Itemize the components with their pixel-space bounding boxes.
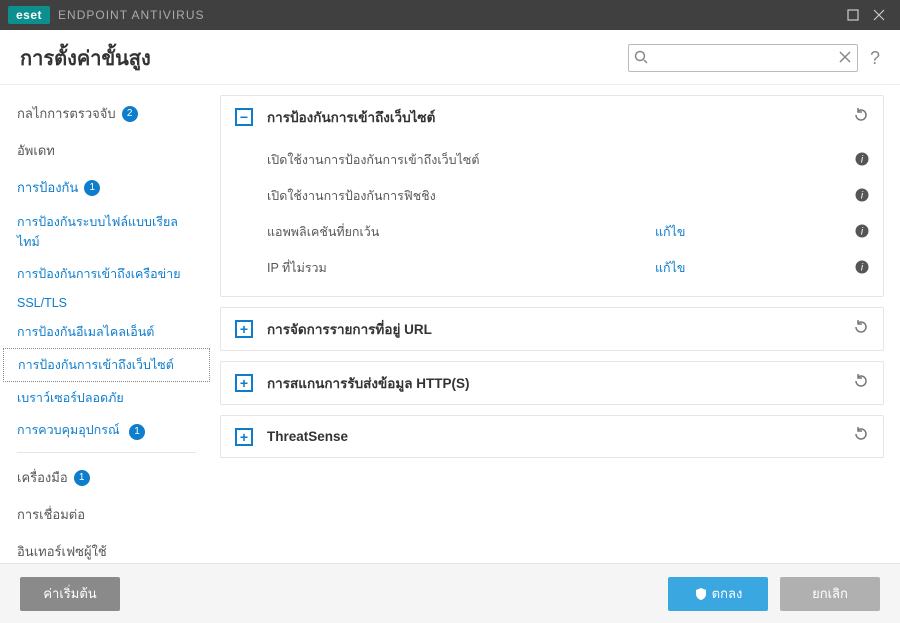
panel-title: การป้องกันการเข้าถึงเว็บไซต์ bbox=[267, 106, 853, 128]
row-excluded-apps: แอพพลิเคชันที่ยกเว้น แก้ไข i bbox=[267, 214, 869, 250]
sidebar: กลไกการตรวจจับ 2 อัพเดท การป้องกัน 1 การ… bbox=[0, 85, 210, 563]
reset-icon[interactable] bbox=[853, 373, 869, 394]
panel-https-scanning: + การสแกนการรับส่งข้อมูล HTTP(S) bbox=[220, 361, 884, 405]
sidebar-sub-ssltls[interactable]: SSL/TLS bbox=[3, 290, 210, 316]
page-title: การตั้งค่าขั้นสูง bbox=[20, 42, 628, 74]
reset-icon[interactable] bbox=[853, 319, 869, 340]
search-icon bbox=[634, 50, 648, 69]
info-icon[interactable]: i bbox=[855, 224, 869, 241]
product-name: ENDPOINT ANTIVIRUS bbox=[58, 8, 204, 22]
badge: 2 bbox=[122, 106, 138, 122]
sidebar-item-label: การเชื่อมต่อ bbox=[17, 504, 85, 525]
panel-header[interactable]: + การจัดการรายการที่อยู่ URL bbox=[221, 308, 883, 350]
panel-url-list-management: + การจัดการรายการที่อยู่ URL bbox=[220, 307, 884, 351]
sidebar-sub-web-access[interactable]: การป้องกันการเข้าถึงเว็บไซต์ bbox=[3, 348, 210, 382]
badge: 1 bbox=[129, 424, 145, 440]
row-enable-phishing-protection: เปิดใช้งานการป้องกันการฟิชชิง i bbox=[267, 178, 869, 214]
sidebar-sub-device-control[interactable]: การควบคุมอุปกรณ์ 1 bbox=[3, 414, 210, 446]
panel-header[interactable]: − การป้องกันการเข้าถึงเว็บไซต์ bbox=[221, 96, 883, 138]
sidebar-item-connection[interactable]: การเชื่อมต่อ bbox=[3, 496, 210, 533]
ok-button[interactable]: ตกลง bbox=[668, 577, 768, 611]
sidebar-sub-network[interactable]: การป้องกันการเข้าถึงเครือข่าย bbox=[3, 258, 210, 290]
badge: 1 bbox=[74, 470, 90, 486]
row-label: เปิดใช้งานการป้องกันการฟิชชิง bbox=[267, 186, 655, 206]
defaults-button[interactable]: ค่าเริ่มต้น bbox=[20, 577, 120, 611]
sidebar-item-protections[interactable]: การป้องกัน 1 bbox=[3, 169, 210, 206]
badge: 1 bbox=[84, 180, 100, 196]
panel-threatsense: + ThreatSense bbox=[220, 415, 884, 458]
title-bar: eset ENDPOINT ANTIVIRUS bbox=[0, 0, 900, 30]
sidebar-item-label: การป้องกัน bbox=[17, 177, 78, 198]
row-excluded-ips: IP ที่ไม่รวม แก้ไข i bbox=[267, 250, 869, 286]
expand-icon[interactable]: + bbox=[235, 428, 253, 446]
help-icon[interactable]: ? bbox=[870, 48, 880, 69]
sidebar-item-detection-engine[interactable]: กลไกการตรวจจับ 2 bbox=[3, 95, 210, 132]
sidebar-item-update[interactable]: อัพเดท bbox=[3, 132, 210, 169]
info-icon[interactable]: i bbox=[855, 260, 869, 277]
edit-link[interactable]: แก้ไข bbox=[655, 258, 845, 278]
main-content: − การป้องกันการเข้าถึงเว็บไซต์ เปิดใช้งา… bbox=[210, 85, 900, 563]
panel-header[interactable]: + การสแกนการรับส่งข้อมูล HTTP(S) bbox=[221, 362, 883, 404]
reset-icon[interactable] bbox=[853, 107, 869, 128]
row-label: แอพพลิเคชันที่ยกเว้น bbox=[267, 222, 655, 242]
brand-logo: eset bbox=[8, 6, 50, 24]
sidebar-item-ui[interactable]: อินเทอร์เฟซผู้ใช้ bbox=[3, 533, 210, 563]
shield-icon bbox=[694, 587, 708, 601]
sidebar-item-label: เครื่องมือ bbox=[17, 467, 68, 488]
cancel-button[interactable]: ยกเลิก bbox=[780, 577, 880, 611]
reset-icon[interactable] bbox=[853, 426, 869, 447]
panel-web-access-protection: − การป้องกันการเข้าถึงเว็บไซต์ เปิดใช้งา… bbox=[220, 95, 884, 297]
edit-link[interactable]: แก้ไข bbox=[655, 222, 845, 242]
sidebar-item-label: กลไกการตรวจจับ bbox=[17, 103, 116, 124]
sidebar-sub-email[interactable]: การป้องกันอีเมลไคลเอ็นต์ bbox=[3, 316, 210, 348]
row-label: เปิดใช้งานการป้องกันการเข้าถึงเว็บไซต์ bbox=[267, 150, 655, 170]
divider bbox=[17, 452, 196, 453]
collapse-icon[interactable]: − bbox=[235, 108, 253, 126]
info-icon[interactable]: i bbox=[855, 152, 869, 169]
panel-title: การสแกนการรับส่งข้อมูล HTTP(S) bbox=[267, 372, 853, 394]
close-button[interactable] bbox=[866, 2, 892, 28]
panel-body: เปิดใช้งานการป้องกันการเข้าถึงเว็บไซต์ i… bbox=[221, 138, 883, 296]
sidebar-sub-realtime[interactable]: การป้องกันระบบไฟล์แบบเรียลไทม์ bbox=[3, 206, 210, 258]
maximize-button[interactable] bbox=[840, 2, 866, 28]
header: การตั้งค่าขั้นสูง ? bbox=[0, 30, 900, 85]
sidebar-item-label: การควบคุมอุปกรณ์ bbox=[17, 423, 120, 437]
sidebar-item-tools[interactable]: เครื่องมือ 1 bbox=[3, 459, 210, 496]
search-input[interactable] bbox=[628, 44, 858, 72]
search-wrap bbox=[628, 44, 858, 72]
panel-header[interactable]: + ThreatSense bbox=[221, 416, 883, 457]
expand-icon[interactable]: + bbox=[235, 320, 253, 338]
row-enable-web-protection: เปิดใช้งานการป้องกันการเข้าถึงเว็บไซต์ i bbox=[267, 142, 869, 178]
footer: ค่าเริ่มต้น ตกลง ยกเลิก bbox=[0, 563, 900, 623]
panel-title: ThreatSense bbox=[267, 429, 853, 444]
sidebar-sub-safe-browser[interactable]: เบราว์เซอร์ปลอดภัย bbox=[3, 382, 210, 414]
button-label: ตกลง bbox=[712, 583, 743, 604]
sidebar-item-label: อัพเดท bbox=[17, 140, 55, 161]
expand-icon[interactable]: + bbox=[235, 374, 253, 392]
info-icon[interactable]: i bbox=[855, 188, 869, 205]
sidebar-item-label: อินเทอร์เฟซผู้ใช้ bbox=[17, 541, 107, 562]
row-label: IP ที่ไม่รวม bbox=[267, 258, 655, 278]
clear-search-icon[interactable] bbox=[838, 50, 852, 69]
panel-title: การจัดการรายการที่อยู่ URL bbox=[267, 318, 853, 340]
